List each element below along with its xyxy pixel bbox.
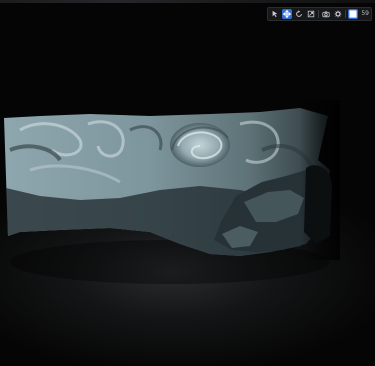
camera-tool[interactable] <box>321 9 331 19</box>
settings-tool[interactable] <box>333 9 343 19</box>
select-tool[interactable] <box>270 9 280 19</box>
rotate-icon <box>296 10 303 17</box>
3d-viewport[interactable]: 59 <box>0 0 375 366</box>
move-arrows-icon <box>283 10 292 18</box>
scale-icon <box>308 10 315 18</box>
viewport-toolbar: 59 <box>267 7 372 21</box>
toolbar-divider <box>345 10 347 18</box>
rotate-tool[interactable] <box>294 9 304 19</box>
gear-icon <box>334 10 342 18</box>
relief-sculpture-render[interactable] <box>0 0 375 366</box>
toolbar-divider <box>318 10 320 18</box>
grid-tool[interactable] <box>348 9 359 19</box>
fps-counter: 59 <box>361 10 369 17</box>
camera-icon <box>322 11 330 18</box>
grid-icon <box>349 10 357 18</box>
move-tool[interactable] <box>282 9 293 19</box>
scale-tool[interactable] <box>306 9 316 19</box>
cursor-icon <box>272 10 278 18</box>
